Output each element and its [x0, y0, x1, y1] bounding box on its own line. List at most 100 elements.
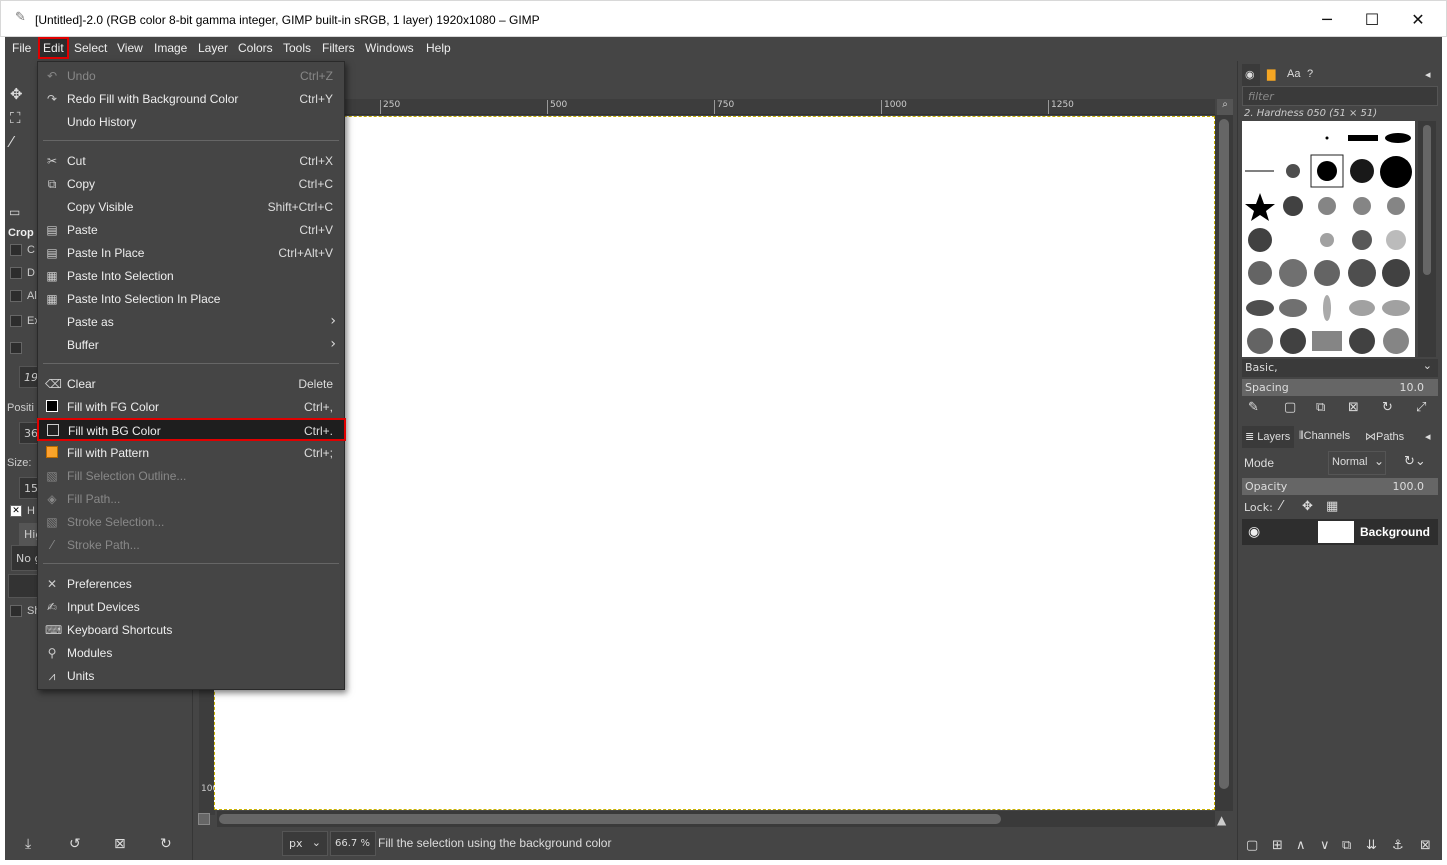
menu-help[interactable]: Help: [426, 41, 451, 55]
quick-mask-toggle[interactable]: [198, 813, 210, 825]
menu-file[interactable]: File: [12, 41, 31, 55]
brush-tag-combo[interactable]: Basic, ⌄: [1242, 359, 1438, 377]
restore-options-icon[interactable]: ↺: [69, 836, 81, 852]
unit-select[interactable]: px ⌄: [282, 831, 328, 856]
scrollbar-thumb[interactable]: [1219, 119, 1229, 789]
zoom-select[interactable]: 66.7 %: [330, 831, 376, 856]
menu-item-paste-as[interactable]: Paste as ›: [38, 311, 344, 334]
menu-item-copy-visible[interactable]: Copy Visible Shift+Ctrl+C: [38, 196, 344, 219]
spacing-slider[interactable]: Spacing 10.0: [1242, 379, 1438, 396]
option-checkbox-3[interactable]: [10, 290, 22, 302]
raise-layer-icon[interactable]: ∧: [1296, 838, 1306, 853]
scrollbar-thumb[interactable]: [1423, 125, 1431, 275]
brush-thumbnails[interactable]: [1242, 121, 1415, 357]
scrollbar-thumb[interactable]: [219, 814, 1001, 824]
merge-layer-icon[interactable]: ⇊: [1366, 838, 1377, 853]
menu-item-preferences[interactable]: ✕ Preferences: [38, 573, 344, 596]
brushes-tab-icon[interactable]: ◉: [1242, 64, 1260, 86]
menu-item-undo[interactable]: ↶ Undo Ctrl+Z: [38, 65, 344, 88]
menu-item-fill-fg[interactable]: Fill with FG Color Ctrl+,: [38, 396, 344, 419]
dock-menu-icon[interactable]: ◂: [1422, 64, 1438, 86]
mode-switch-icon[interactable]: ↻⌄: [1404, 454, 1426, 469]
tab-channels[interactable]: ⫴Channels: [1296, 426, 1360, 448]
option-checkbox-1[interactable]: [10, 244, 22, 256]
vertical-scrollbar[interactable]: [1215, 115, 1233, 811]
tab-layers[interactable]: ≣ Layers: [1242, 426, 1294, 448]
menu-item-units[interactable]: ⩘ Units: [38, 665, 344, 688]
menu-select[interactable]: Select: [74, 41, 107, 55]
brush-filter-input[interactable]: filter: [1242, 86, 1438, 106]
zoom-image-icon[interactable]: ⌕: [1217, 99, 1233, 115]
menu-item-paste[interactable]: ▤ Paste Ctrl+V: [38, 219, 344, 242]
menu-item-modules[interactable]: ⚲ Modules: [38, 642, 344, 665]
opacity-slider[interactable]: Opacity 100.0: [1242, 478, 1438, 495]
reset-options-icon[interactable]: ↻: [160, 836, 172, 852]
highlight-checkbox[interactable]: ✕: [10, 505, 22, 517]
menu-view[interactable]: View: [117, 41, 143, 55]
lock-pixels-icon[interactable]: ⁄: [1280, 499, 1282, 514]
menu-windows[interactable]: Windows: [365, 41, 414, 55]
patterns-tab-icon[interactable]: ▇: [1264, 64, 1282, 86]
menu-item-keyboard-shortcuts[interactable]: ⌨ Keyboard Shortcuts: [38, 619, 344, 642]
new-brush-icon[interactable]: ▢: [1284, 400, 1296, 415]
menu-item-stroke-path[interactable]: ⁄ Stroke Path...: [38, 534, 344, 557]
navigate-icon[interactable]: ▲: [1217, 813, 1226, 827]
menu-item-paste-into-selection[interactable]: ▦ Paste Into Selection: [38, 265, 344, 288]
menu-item-redo[interactable]: ↷ Redo Fill with Background Color Ctrl+Y: [38, 88, 344, 111]
menu-colors[interactable]: Colors: [238, 41, 273, 55]
bucket-fill-tool-icon[interactable]: ⛶: [10, 109, 21, 127]
option-checkbox-5[interactable]: [10, 342, 22, 354]
delete-layer-icon[interactable]: ⊠: [1420, 838, 1431, 853]
lock-position-icon[interactable]: ✥: [1302, 499, 1313, 514]
image-canvas[interactable]: [214, 116, 1215, 810]
menu-image[interactable]: Image: [154, 41, 187, 55]
new-layer-icon[interactable]: ▢: [1246, 838, 1258, 853]
move-tool-icon[interactable]: ✥: [10, 85, 23, 103]
anchor-layer-icon[interactable]: ⚓: [1392, 838, 1404, 853]
horizontal-scrollbar[interactable]: [217, 811, 1215, 827]
refresh-brushes-icon[interactable]: ↻: [1382, 400, 1393, 415]
edit-brush-icon[interactable]: ✎: [1248, 400, 1259, 415]
fonts-tab-icon[interactable]: Aa: [1284, 64, 1302, 86]
menu-item-fill-bg[interactable]: Fill with BG Color Ctrl+.: [37, 418, 346, 441]
menu-item-cut[interactable]: ✂ Cut Ctrl+X: [38, 150, 344, 173]
menu-item-clear[interactable]: ⌫ Clear Delete: [38, 373, 344, 396]
option-checkbox-4[interactable]: [10, 315, 22, 327]
menu-item-copy[interactable]: ⧉ Copy Ctrl+C: [38, 173, 344, 196]
menu-item-input-devices[interactable]: ✍ Input Devices: [38, 596, 344, 619]
menu-item-undo-history[interactable]: Undo History: [38, 111, 344, 134]
menu-item-stroke-selection[interactable]: ▧ Stroke Selection...: [38, 511, 344, 534]
open-as-image-icon[interactable]: ⤢: [1416, 400, 1426, 415]
brush-grid-scrollbar[interactable]: [1418, 121, 1436, 357]
tool-options-tab-icon[interactable]: ▭: [9, 205, 20, 219]
visibility-eye-icon[interactable]: ◉: [1248, 524, 1260, 540]
layer-row[interactable]: ◉ Background: [1242, 519, 1438, 545]
menu-item-paste-in-place[interactable]: ▤ Paste In Place Ctrl+Alt+V: [38, 242, 344, 265]
option-checkbox-2[interactable]: [10, 267, 22, 279]
menu-item-fill-selection-outline[interactable]: ▧ Fill Selection Outline...: [38, 465, 344, 488]
brush-grid[interactable]: [1242, 121, 1415, 357]
menu-item-fill-path[interactable]: ◈ Fill Path...: [38, 488, 344, 511]
menu-edit[interactable]: Edit: [38, 37, 69, 59]
delete-brush-icon[interactable]: ⊠: [1348, 400, 1359, 415]
help-tab-icon[interactable]: ?: [1304, 64, 1322, 86]
menu-tools[interactable]: Tools: [283, 41, 311, 55]
close-button[interactable]: ✕: [1395, 5, 1441, 35]
shrink-merged-checkbox[interactable]: [10, 605, 22, 617]
minimize-button[interactable]: ─: [1304, 5, 1350, 35]
tab-paths[interactable]: ⋈Paths: [1362, 426, 1412, 448]
menu-item-paste-into-selection-in-place[interactable]: ▦ Paste Into Selection In Place: [38, 288, 344, 311]
menu-item-buffer[interactable]: Buffer ›: [38, 334, 344, 357]
delete-options-icon[interactable]: ⊠: [114, 836, 126, 852]
horizontal-ruler[interactable]: 250 500 750 1000 1250: [217, 99, 1215, 115]
lock-alpha-icon[interactable]: ▦: [1326, 499, 1338, 514]
lower-layer-icon[interactable]: ∨: [1320, 838, 1330, 853]
maximize-button[interactable]: ☐: [1349, 5, 1395, 35]
menu-layer[interactable]: Layer: [198, 41, 228, 55]
color-picker-tool-icon[interactable]: ⁄: [10, 133, 13, 151]
menu-filters[interactable]: Filters: [322, 41, 355, 55]
menu-item-fill-pattern[interactable]: Fill with Pattern Ctrl+;: [38, 442, 344, 465]
save-options-icon[interactable]: ⤓: [25, 836, 31, 852]
dock-menu-icon[interactable]: ◂: [1422, 426, 1438, 448]
new-layer-group-icon[interactable]: ⊞: [1272, 838, 1283, 853]
